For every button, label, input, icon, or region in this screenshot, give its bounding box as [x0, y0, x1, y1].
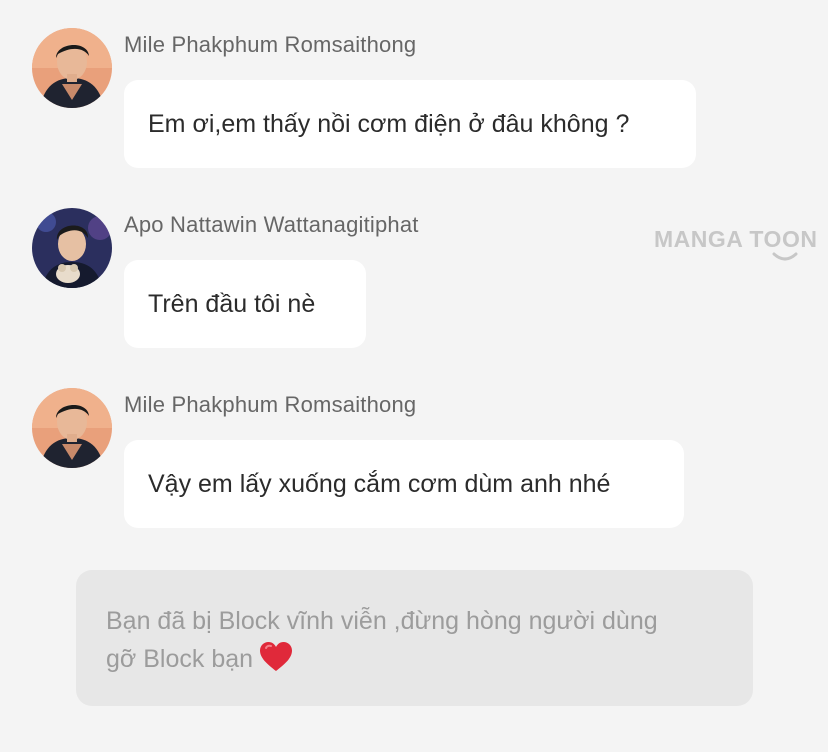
sender-name: Mile Phakphum Romsaithong — [124, 32, 417, 57]
sender-name: Mile Phakphum Romsaithong — [124, 392, 417, 417]
watermark-text: MANGA TOON — [654, 226, 818, 252]
system-notice: Bạn đã bị Block vĩnh viễn ,đừng hòng ngư… — [76, 570, 753, 706]
notice-line-2: gỡ Block bạn — [106, 640, 723, 684]
message-bubble[interactable]: Vậy em lấy xuống cắm cơm dùm anh nhé — [124, 440, 684, 528]
avatar[interactable] — [32, 28, 112, 108]
mangatoon-watermark: MANGA TOON — [654, 226, 824, 270]
avatar-photo — [32, 388, 112, 468]
message-bubble[interactable]: Trên đầu tôi nè — [124, 260, 366, 348]
sender-name: Apo Nattawin Wattanagitiphat — [124, 212, 419, 237]
avatar-photo — [32, 208, 112, 288]
notice-line-2-text: gỡ Block bạn — [106, 645, 254, 673]
avatar[interactable] — [32, 388, 112, 468]
notice-line-1: Bạn đã bị Block vĩnh viễn ,đừng hòng ngư… — [106, 607, 658, 635]
avatar[interactable] — [32, 208, 112, 288]
message-bubble[interactable]: Em ơi,em thấy nồi cơm điện ở đâu không ? — [124, 80, 696, 168]
heart-icon — [259, 641, 293, 684]
avatar-photo — [32, 28, 112, 108]
smile-icon — [772, 252, 798, 261]
